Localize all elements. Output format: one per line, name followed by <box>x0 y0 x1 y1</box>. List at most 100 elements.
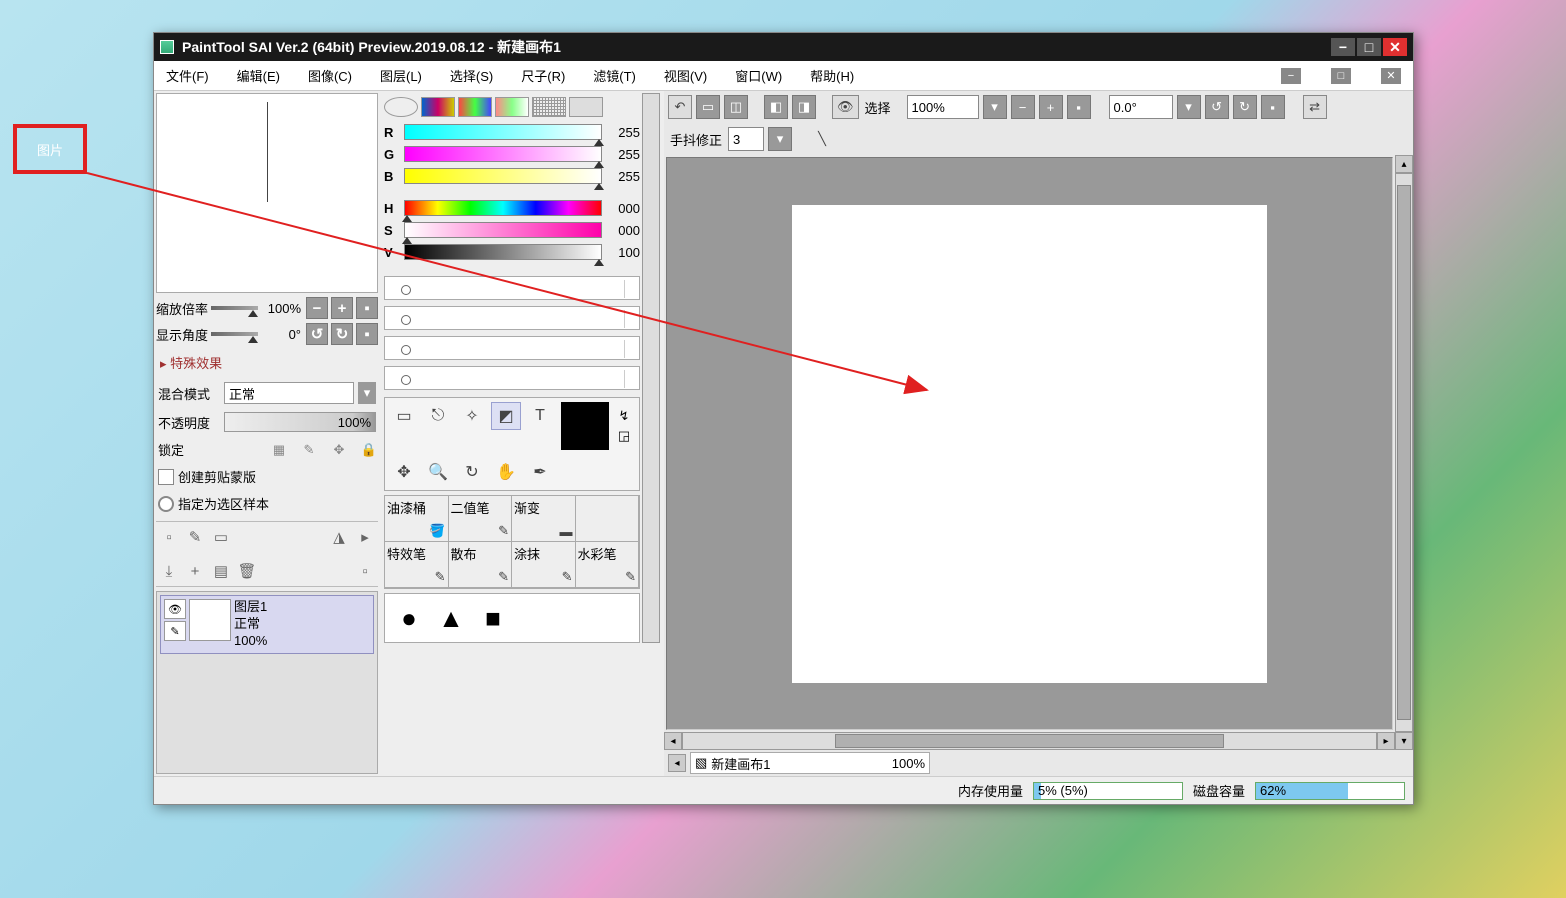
blend-select[interactable]: 正常 <box>224 382 354 404</box>
lock-paint-icon[interactable]: ✎ <box>302 443 316 457</box>
palette-slot[interactable] <box>384 366 640 390</box>
circle-shape[interactable]: ● <box>393 602 425 634</box>
tab-prev-button[interactable]: ◂ <box>668 754 686 772</box>
new-folder-icon[interactable]: ▭ <box>212 528 230 546</box>
v-slider[interactable] <box>404 244 602 260</box>
rot-cw-btn[interactable]: ↻ <box>1233 95 1257 119</box>
titlebar[interactable]: PaintTool SAI Ver.2 (64bit) Preview.2019… <box>154 33 1413 61</box>
menu-canvas[interactable]: 图像(C) <box>308 66 352 85</box>
deselect-button[interactable]: ▭ <box>696 95 720 119</box>
transfer-icon[interactable]: ▸ <box>356 528 374 546</box>
scroll-right-button[interactable]: ▸ <box>1377 732 1395 750</box>
rot-dropdown-button[interactable]: ▾ <box>1177 95 1201 119</box>
swatches-icon[interactable] <box>532 97 566 117</box>
brush-smudge[interactable]: 涂抹✎ <box>512 542 576 588</box>
canvas-page[interactable] <box>792 205 1267 683</box>
s-slider[interactable] <box>404 222 602 238</box>
swap-colors-icon[interactable]: ↯ <box>619 408 630 424</box>
new-linework-icon[interactable]: ✎ <box>186 528 204 546</box>
zoom-in-btn[interactable]: + <box>1039 95 1063 119</box>
rotate-reset-button[interactable]: ▪ <box>356 323 378 345</box>
rot-reset-btn[interactable]: ▪ <box>1261 95 1285 119</box>
toggle-a-button[interactable]: ◧ <box>764 95 788 119</box>
merge-visible-icon[interactable]: + <box>186 562 204 580</box>
flip-button[interactable]: ⇄ <box>1303 95 1327 119</box>
brush-gradient[interactable]: 渐变▬ <box>512 496 576 542</box>
shape-tool[interactable]: ◩ <box>491 402 521 430</box>
rotate-cw-button[interactable]: ↻ <box>331 323 353 345</box>
lasso-tool[interactable]: ⎋ <box>423 402 453 430</box>
brush-bucket[interactable]: 油漆桶🪣 <box>385 496 449 542</box>
brush-binary[interactable]: 二值笔✎ <box>449 496 513 542</box>
zoom-tool[interactable]: 🔍 <box>423 458 453 486</box>
view-icon[interactable]: 👁 <box>832 95 859 119</box>
layer-list[interactable]: 👁 ✎ 图层1 正常 100% <box>156 591 378 774</box>
scroll-down-button[interactable]: ▾ <box>1395 732 1413 750</box>
color-wheel-icon[interactable] <box>384 97 418 117</box>
clear-layer-icon[interactable]: ▫ <box>356 562 374 580</box>
flatten-icon[interactable]: ▤ <box>212 562 230 580</box>
menu-layer[interactable]: 图层(L) <box>380 66 422 85</box>
brush-watercolor[interactable]: 水彩笔✎ <box>576 542 640 588</box>
opacity-slider[interactable]: 100% <box>224 412 376 432</box>
brush-empty[interactable] <box>576 496 640 542</box>
edit-icon[interactable]: ✎ <box>164 621 186 641</box>
zoom-in-button[interactable]: + <box>331 297 353 319</box>
selsample-radio[interactable] <box>158 496 174 512</box>
hsv-bar-icon[interactable] <box>458 97 492 117</box>
move-tool[interactable]: ✥ <box>389 458 419 486</box>
toggle-b-button[interactable]: ◨ <box>792 95 816 119</box>
menu-help[interactable]: 帮助(H) <box>810 66 854 85</box>
menu-select[interactable]: 选择(S) <box>450 66 493 85</box>
menu-file[interactable]: 文件(F) <box>166 66 209 85</box>
mask-icon[interactable]: ◮ <box>330 528 348 546</box>
canvas-viewport[interactable] <box>666 157 1393 730</box>
mixer-icon[interactable] <box>495 97 529 117</box>
zoom-input[interactable]: 100% <box>907 95 979 119</box>
hand-tool[interactable]: ✋ <box>491 458 521 486</box>
marquee-tool[interactable]: ▭ <box>389 402 419 430</box>
scroll-up-button[interactable]: ▴ <box>1395 155 1413 173</box>
palette-slot[interactable] <box>384 306 640 330</box>
lock-pixels-icon[interactable]: ▦ <box>272 443 286 457</box>
lock-move-icon[interactable]: ✥ <box>332 443 346 457</box>
new-layer-icon[interactable]: ▫ <box>160 528 178 546</box>
fx-collapse[interactable]: 特殊效果 <box>156 347 378 378</box>
zoom-fit-btn[interactable]: ▪ <box>1067 95 1091 119</box>
mid-scrollbar[interactable] <box>642 93 660 643</box>
layer-item[interactable]: 👁 ✎ 图层1 正常 100% <box>160 595 374 654</box>
sub-maximize-button[interactable]: □ <box>1331 68 1351 84</box>
triangle-shape[interactable]: ▲ <box>435 602 467 634</box>
default-colors-icon[interactable]: ◲ <box>618 428 630 444</box>
stabilizer-input[interactable]: 3 <box>728 127 764 151</box>
r-slider[interactable] <box>404 124 602 140</box>
rotate-tool[interactable]: ↻ <box>457 458 487 486</box>
maximize-button[interactable]: □ <box>1357 38 1381 56</box>
visibility-icon[interactable]: 👁 <box>164 599 186 619</box>
palette-slot[interactable] <box>384 336 640 360</box>
square-shape[interactable]: ■ <box>477 602 509 634</box>
blend-dropdown-button[interactable]: ▾ <box>358 382 376 404</box>
scratchpad-icon[interactable] <box>569 97 603 117</box>
scroll-left-button[interactable]: ◂ <box>664 732 682 750</box>
delete-layer-icon[interactable]: 🗑 <box>238 562 256 580</box>
zoom-out-button[interactable]: − <box>306 297 328 319</box>
rotation-input[interactable]: 0.0° <box>1109 95 1173 119</box>
menu-window[interactable]: 窗口(W) <box>735 66 782 85</box>
eyedropper-tool[interactable]: ✒ <box>525 458 555 486</box>
line-icon[interactable]: ╲ <box>810 127 834 151</box>
merge-down-icon[interactable]: ⤓ <box>160 562 178 580</box>
document-tab[interactable]: ▧ 新建画布1 100% <box>690 752 930 774</box>
menu-ruler[interactable]: 尺子(R) <box>521 66 565 85</box>
zoom-dropdown-button[interactable]: ▾ <box>983 95 1007 119</box>
h-slider[interactable] <box>404 200 602 216</box>
menu-edit[interactable]: 编辑(E) <box>237 66 280 85</box>
sub-close-button[interactable]: ✕ <box>1381 68 1401 84</box>
palette-slot[interactable] <box>384 276 640 300</box>
brush-effect[interactable]: 特效笔✎ <box>385 542 449 588</box>
sub-minimize-button[interactable]: − <box>1281 68 1301 84</box>
h-scrollbar[interactable]: ◂ ▸ <box>664 732 1395 750</box>
b-slider[interactable] <box>404 168 602 184</box>
angle-slider[interactable] <box>211 332 258 336</box>
g-slider[interactable] <box>404 146 602 162</box>
